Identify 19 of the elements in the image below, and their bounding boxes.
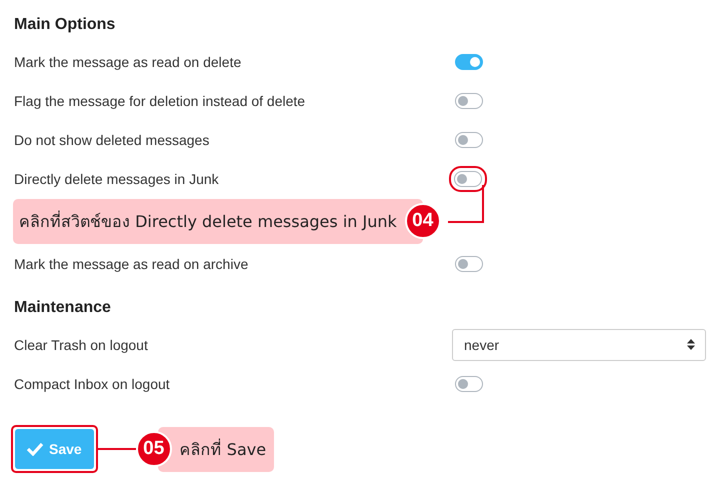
step-badge: 05: [136, 431, 172, 467]
updown-icon: [687, 339, 695, 350]
option-label: Do not show deleted messages: [14, 132, 210, 148]
toggle-switch[interactable]: [455, 256, 483, 272]
section-heading: Maintenance: [14, 298, 112, 318]
toggle-switch[interactable]: [455, 376, 483, 392]
check-icon: [26, 442, 44, 456]
toggle-switch[interactable]: [454, 170, 482, 186]
option-label: Directly delete messages in Junk: [14, 170, 220, 186]
option-label: Mark the message as read on archive: [14, 256, 250, 272]
section-heading: Main Options: [14, 15, 116, 35]
select-field[interactable]: never: [452, 328, 706, 360]
toggle-switch[interactable]: [455, 54, 483, 70]
toggle-switch[interactable]: [455, 132, 483, 148]
option-label: Flag the message for deletion instead of delete: [14, 92, 306, 108]
option-label: Clear Trash on logout: [14, 336, 149, 352]
toggle-switch[interactable]: [455, 92, 483, 108]
option-label: Compact Inbox on logout: [14, 376, 171, 392]
option-label: Mark the message as read on delete: [14, 54, 242, 70]
